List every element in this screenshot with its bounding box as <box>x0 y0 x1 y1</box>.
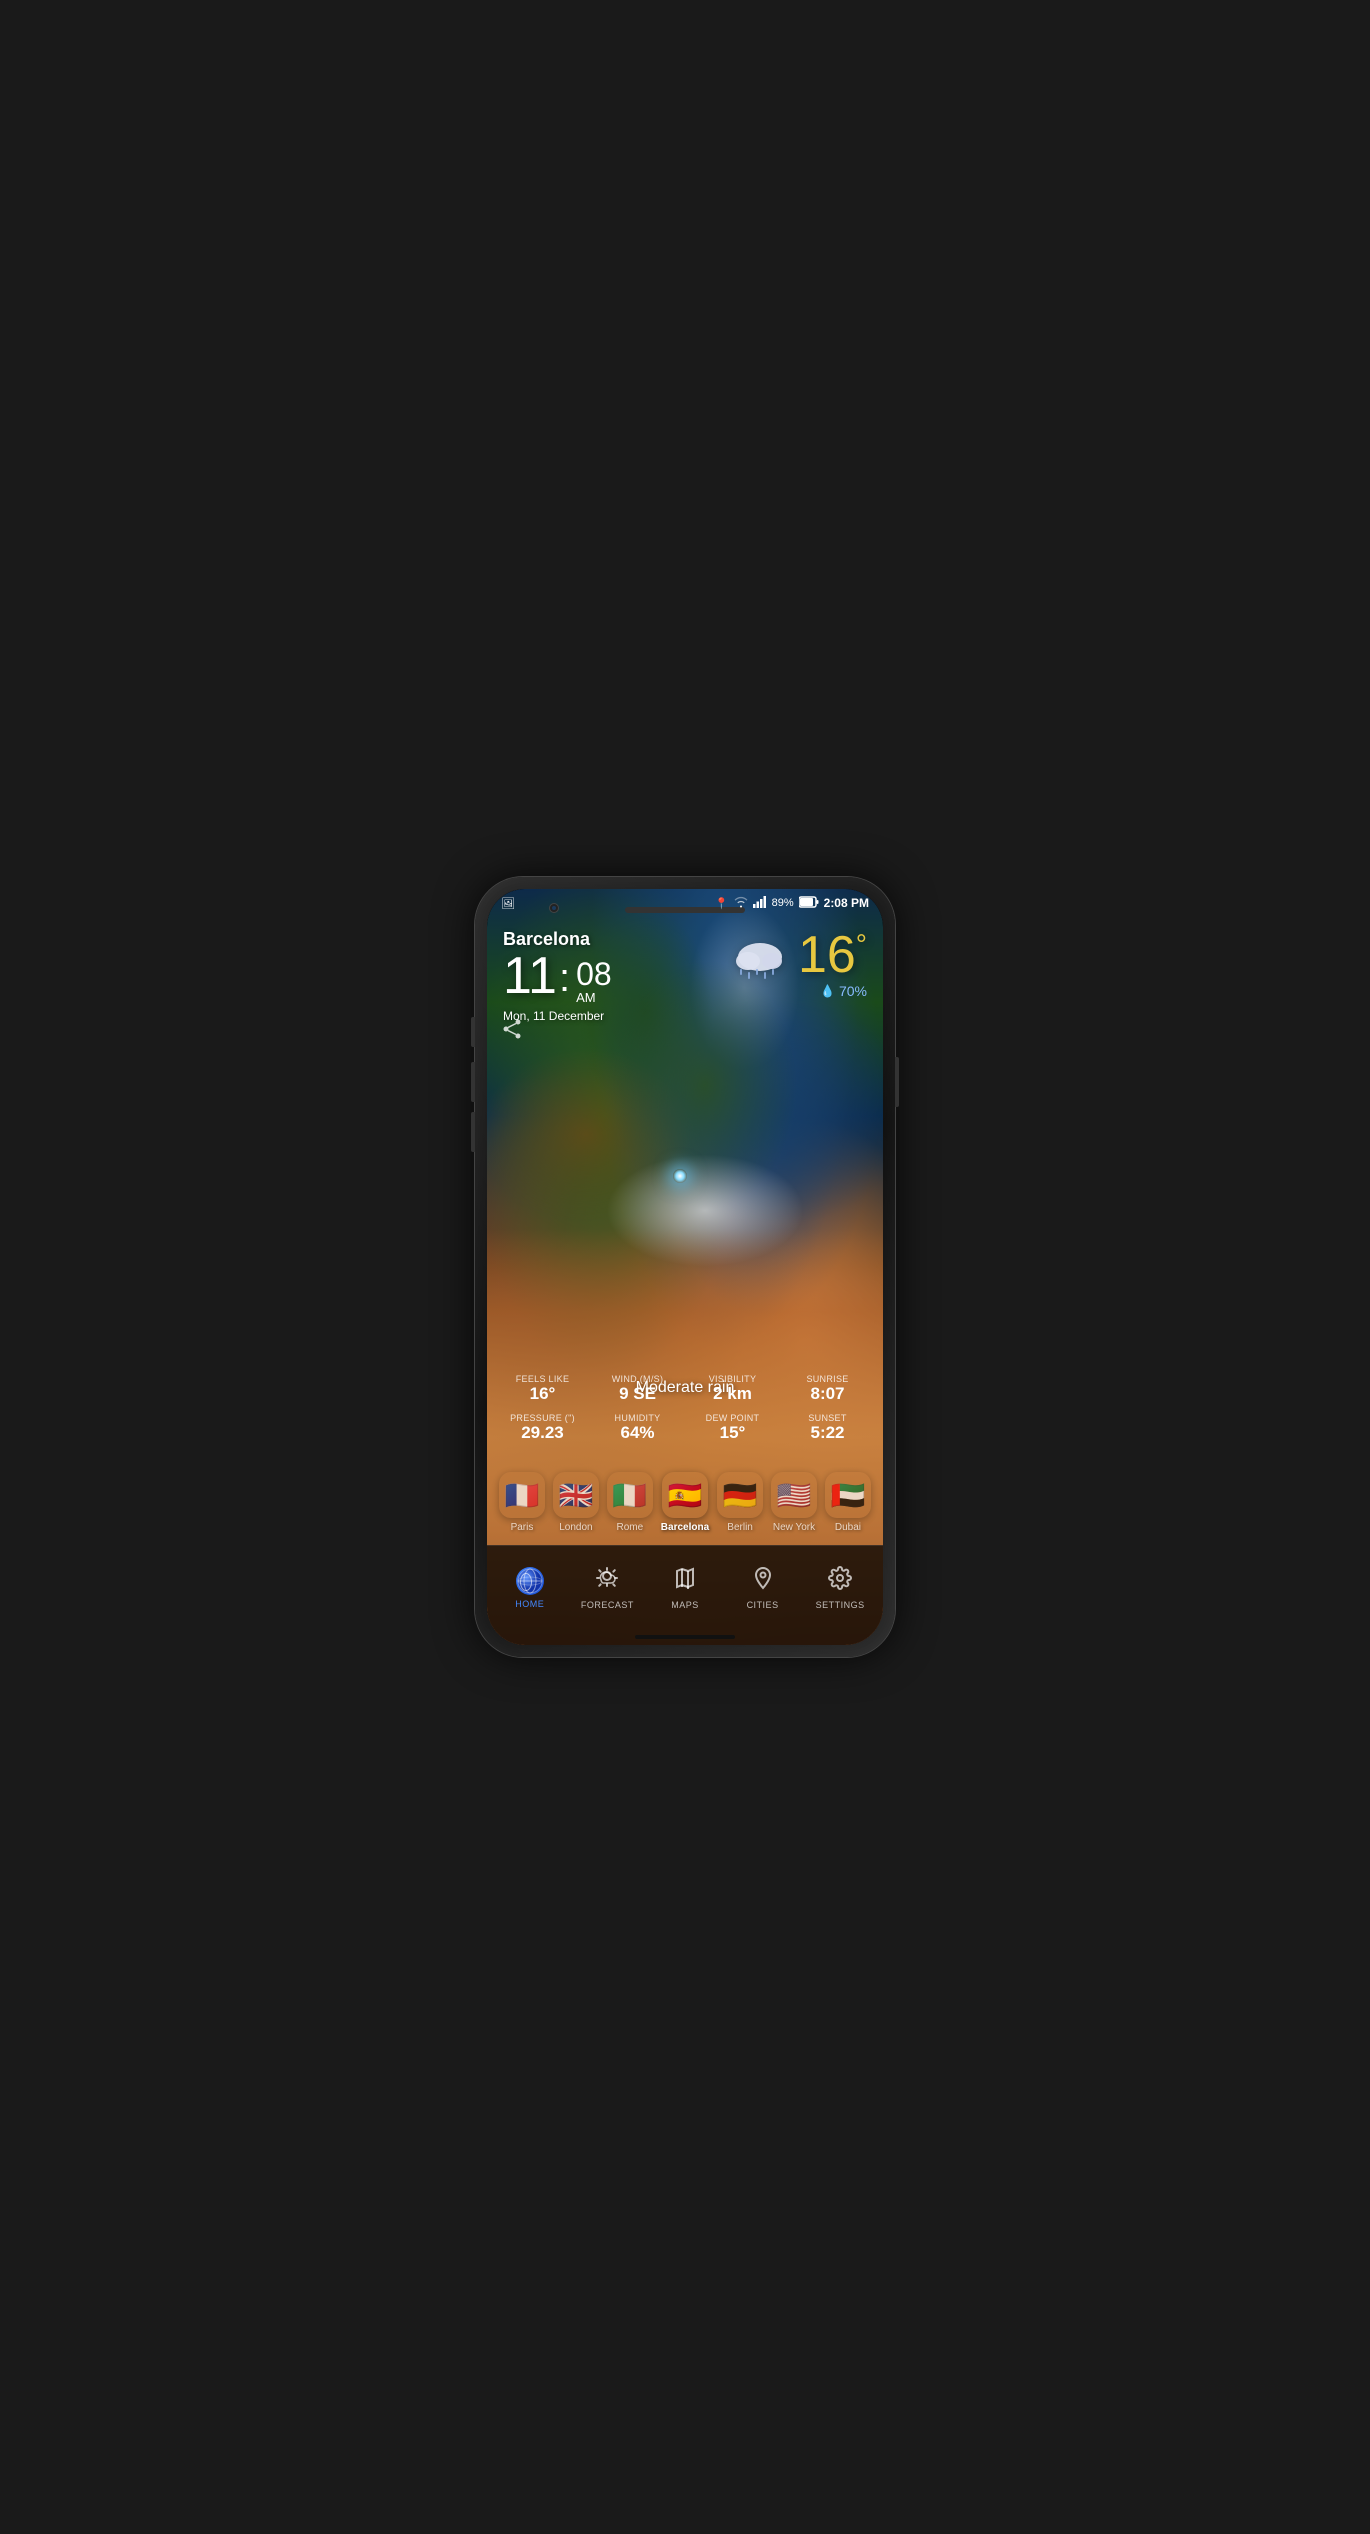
time-ampm: AM <box>576 990 612 1005</box>
home-nav-icon <box>516 1567 544 1595</box>
nav-item-settings[interactable]: SETTINGS <box>801 1558 879 1618</box>
city-section: Barcelona 11 : 08 AM Mon, 11 December <box>503 929 730 1023</box>
pressure-label: Pressure (") <box>503 1413 582 1423</box>
nav-item-maps[interactable]: MAPS <box>646 1558 724 1618</box>
city-flag-london: 🇬🇧 <box>553 1472 599 1518</box>
status-bar: 🖼 📍 <box>487 889 883 917</box>
city-flag-new-york: 🇺🇸 <box>771 1472 817 1518</box>
wifi-icon <box>734 896 748 911</box>
forecast-nav-label: FORECAST <box>581 1600 634 1610</box>
city-label-dubai: Dubai <box>835 1522 861 1533</box>
time-colon: : <box>559 956 570 1001</box>
volume-silent-button[interactable] <box>471 1017 475 1047</box>
cities-nav-label: CITIES <box>747 1600 779 1610</box>
screen: 🖼 📍 <box>487 889 883 1645</box>
image-icon: 🖼 <box>501 897 515 910</box>
visibility-value: 2 km <box>693 1384 772 1404</box>
city-item-berlin[interactable]: 🇩🇪 Berlin <box>717 1472 763 1533</box>
temperature-value: 16° <box>798 929 867 981</box>
maps-nav-label: MAPS <box>671 1600 699 1610</box>
nav-item-cities[interactable]: CITIES <box>724 1558 802 1618</box>
visibility-stat: Visibility 2 km <box>685 1370 780 1408</box>
location-status-icon: 📍 <box>715 897 729 910</box>
location-marker <box>673 1169 687 1183</box>
forecast-nav-icon <box>595 1566 619 1596</box>
city-flag-rome: 🇮🇹 <box>607 1472 653 1518</box>
city-flag-barcelona: 🇪🇸 <box>662 1472 708 1518</box>
sunset-label: Sunset <box>788 1413 867 1423</box>
city-item-dubai[interactable]: 🇦🇪 Dubai <box>825 1472 871 1533</box>
city-label-paris: Paris <box>511 1522 534 1533</box>
humidity-display: 💧 70% <box>820 983 867 999</box>
home-nav-label: HOME <box>515 1599 544 1609</box>
weather-header: Barcelona 11 : 08 AM Mon, 11 December <box>487 921 883 1031</box>
city-label-berlin: Berlin <box>727 1522 753 1533</box>
weather-stats: Feels like 16° Wind (m/s) 9 SE Visibilit… <box>487 1370 883 1447</box>
weather-condition-icon <box>730 935 790 975</box>
phone-device: 🖼 📍 <box>475 877 895 1657</box>
city-flag-paris: 🇫🇷 <box>499 1472 545 1518</box>
wind-stat: Wind (m/s) 9 SE <box>590 1370 685 1408</box>
sunset-stat: Sunset 5:22 <box>780 1409 875 1447</box>
city-label-barcelona: Barcelona <box>661 1522 709 1533</box>
city-flag-dubai: 🇦🇪 <box>825 1472 871 1518</box>
feels-like-value: 16° <box>503 1384 582 1404</box>
city-item-barcelona[interactable]: 🇪🇸 Barcelona <box>661 1472 709 1533</box>
date-display: Mon, 11 December <box>503 1009 730 1023</box>
sunrise-value: 8:07 <box>788 1384 867 1404</box>
city-flag-berlin: 🇩🇪 <box>717 1472 763 1518</box>
maps-nav-icon <box>673 1566 697 1596</box>
dewpoint-label: Dew Point <box>693 1413 772 1423</box>
pressure-value: 29.23 <box>503 1423 582 1443</box>
settings-nav-label: SETTINGS <box>816 1600 865 1610</box>
wind-value: 9 SE <box>598 1384 677 1404</box>
volume-down-button[interactable] <box>471 1112 475 1152</box>
feels-like-stat: Feels like 16° <box>495 1370 590 1408</box>
city-label-london: London <box>559 1522 592 1533</box>
battery-percent: 89% <box>772 897 794 909</box>
volume-up-button[interactable] <box>471 1062 475 1102</box>
cities-row: 🇫🇷 Paris 🇬🇧 London 🇮🇹 Rome 🇪🇸 Barcelona 🇩🇪 Berlin… <box>487 1472 883 1533</box>
raindrop-icon: 💧 <box>820 984 835 998</box>
city-item-paris[interactable]: 🇫🇷 Paris <box>499 1472 545 1533</box>
visibility-label: Visibility <box>693 1374 772 1384</box>
status-time: 2:08 PM <box>824 896 869 910</box>
dewpoint-value: 15° <box>693 1423 772 1443</box>
sunset-value: 5:22 <box>788 1423 867 1443</box>
city-label-rome: Rome <box>617 1522 644 1533</box>
bottom-navigation: HOME FORECAST MAPS CITIES SETTINGS <box>487 1545 883 1645</box>
city-item-london[interactable]: 🇬🇧 London <box>553 1472 599 1533</box>
humidity-stat: Humidity 64% <box>590 1409 685 1447</box>
weather-right: 16° 💧 70% <box>730 929 867 999</box>
city-label-new-york: New York <box>773 1522 815 1533</box>
power-button[interactable] <box>895 1057 899 1107</box>
feels-like-label: Feels like <box>503 1374 582 1384</box>
dewpoint-stat: Dew Point 15° <box>685 1409 780 1447</box>
signal-icon <box>753 896 767 911</box>
sunrise-label: Sunrise <box>788 1374 867 1384</box>
humidity-stat-value: 64% <box>598 1423 677 1443</box>
city-item-new-york[interactable]: 🇺🇸 New York <box>771 1472 817 1533</box>
time-hours: 11 <box>503 950 557 1002</box>
cities-nav-icon <box>751 1566 775 1596</box>
battery-icon <box>799 896 819 911</box>
city-item-rome[interactable]: 🇮🇹 Rome <box>607 1472 653 1533</box>
nav-item-forecast[interactable]: FORECAST <box>569 1558 647 1618</box>
humidity-stat-label: Humidity <box>598 1413 677 1423</box>
pressure-stat: Pressure (") 29.23 <box>495 1409 590 1447</box>
time-minutes: 08 <box>576 958 612 990</box>
time-display: 11 : 08 AM <box>503 950 730 1005</box>
sunrise-stat: Sunrise 8:07 <box>780 1370 875 1408</box>
home-globe-icon <box>516 1567 544 1595</box>
share-icon[interactable] <box>503 1019 523 1044</box>
nav-item-home[interactable]: HOME <box>491 1559 569 1617</box>
wind-label: Wind (m/s) <box>598 1374 677 1384</box>
settings-nav-icon <box>828 1566 852 1596</box>
